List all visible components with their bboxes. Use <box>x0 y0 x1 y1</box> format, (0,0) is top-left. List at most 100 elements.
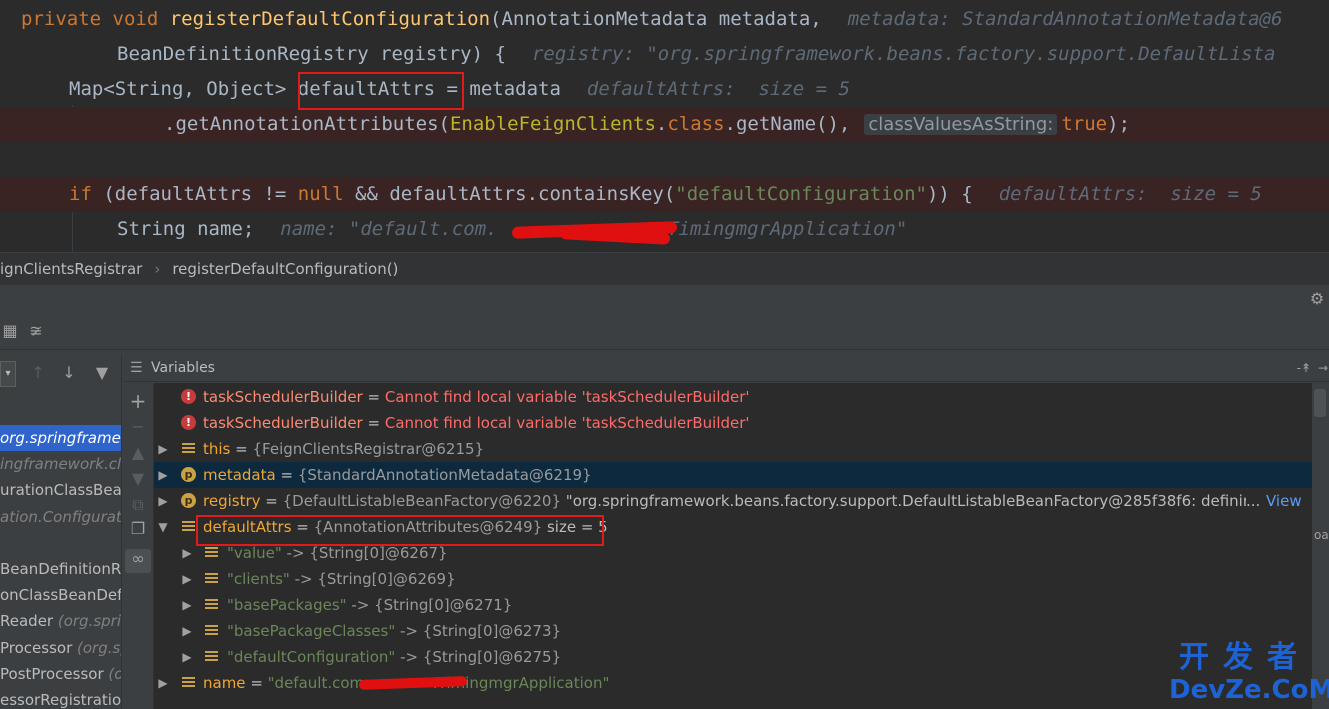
variable-name: this <box>203 440 231 458</box>
class-name: EnableFeignClients <box>449 113 656 135</box>
frames-view-icon[interactable]: ▦ <box>0 321 20 341</box>
frame-label: ation.Configuratio <box>0 507 122 526</box>
map-key: "defaultConfiguration" <box>227 648 396 666</box>
inline-debug-value: name: "default.com. <box>280 218 498 240</box>
keyword: null <box>297 183 344 205</box>
variable-row-selected[interactable]: ▶ p metadata = {StandardAnnotationMetada… <box>154 462 1312 488</box>
frame-item[interactable]: urationClassBeanD <box>0 477 121 503</box>
map-entry-row[interactable]: ▶ "defaultConfiguration" -> {String[0]@6… <box>154 644 1312 670</box>
map-entry-row[interactable]: ▶ "basePackageClasses" -> {String[0]@627… <box>154 618 1312 644</box>
variable-row[interactable]: ! taskSchedulerBuilder = Cannot find loc… <box>154 384 1312 410</box>
view-link[interactable]: View <box>1266 488 1312 514</box>
code-text: ); <box>1107 113 1131 135</box>
variable-name: taskSchedulerBuilder <box>203 414 363 432</box>
field-icon <box>204 571 219 586</box>
expand-arrow-icon[interactable]: ▶ <box>181 618 193 644</box>
frame-item[interactable]: Reader (org.sprin <box>0 608 121 634</box>
code-text: Map<String, Object> <box>69 78 298 100</box>
frame-item[interactable]: Processor (org.sp <box>0 635 121 661</box>
truncated-text: oa <box>1314 528 1329 542</box>
breadcrumb-method[interactable]: registerDefaultConfiguration() <box>172 260 398 278</box>
method-name: registerDefaultConfiguration <box>169 8 491 30</box>
expand-arrow-icon[interactable]: ▶ <box>181 644 193 670</box>
collapse-arrow-icon[interactable]: ▼ <box>157 514 169 540</box>
map-entry-row[interactable]: ▶ "basePackages" -> {String[0]@6271} <box>154 592 1312 618</box>
error-icon: ! <box>181 389 196 404</box>
variable-row[interactable]: ▶ name = "default.com. .TimingmgrApplicat… <box>154 670 1312 696</box>
filter-icon[interactable]: ▼ <box>92 363 112 383</box>
minus-icon[interactable]: − <box>128 417 148 437</box>
threads-view-icon[interactable]: ≆ <box>26 321 46 341</box>
variable-error: Cannot find local variable 'taskSchedule… <box>384 414 750 432</box>
gear-icon[interactable]: ⚙ <box>1307 289 1327 309</box>
variable-row[interactable]: ▶ p registry = {DefaultListableBeanFacto… <box>154 488 1312 514</box>
parameter-icon: p <box>181 467 196 482</box>
variable-error: Cannot find local variable 'taskSchedule… <box>384 388 750 406</box>
arrow-separator: -> <box>395 648 423 666</box>
arrow-separator: -> <box>281 544 310 562</box>
variable-defaultattrs[interactable]: defaultAttrs <box>298 78 435 100</box>
field-icon <box>181 441 196 456</box>
code-text: BeanDefinitionRegistry registry) { <box>117 43 506 65</box>
keyword: class <box>667 113 725 135</box>
arrow-separator: -> <box>346 596 375 614</box>
expand-arrow-icon[interactable]: ▶ <box>157 436 169 462</box>
expand-arrow-icon[interactable]: ▶ <box>181 540 193 566</box>
variables-header: ☰ Variables -↟ → <box>123 355 1329 382</box>
code-editor[interactable]: private void registerDefaultConfiguratio… <box>0 0 1329 252</box>
breadcrumb-class[interactable]: ignClientsRegistrar <box>0 260 142 278</box>
variable-name: metadata <box>203 466 276 484</box>
expand-arrow-icon[interactable]: ▶ <box>181 566 193 592</box>
frame-item[interactable]: PostProcessor (o <box>0 661 121 687</box>
variable-name: taskSchedulerBuilder <box>203 388 363 406</box>
expand-arrow-icon[interactable]: ▶ <box>157 488 169 514</box>
code-text: .getName(), <box>724 113 851 135</box>
frame-item[interactable]: ation.Configuratio <box>0 504 122 530</box>
frame-item[interactable]: org.springframewo <box>0 425 121 451</box>
frame-label: BeanDefinitionRe <box>0 560 122 578</box>
list-icon: ☰ <box>130 360 143 376</box>
map-key: "basePackages" <box>227 596 347 614</box>
code-text: )) { <box>926 183 973 205</box>
equals-sign: = <box>230 440 253 458</box>
map-entry-row[interactable]: ▶ "value" -> {String[0]@6267} <box>154 540 1312 566</box>
duplicate-icon[interactable]: ⧉ <box>128 495 148 515</box>
hide-arrow-icon[interactable]: → <box>1318 355 1328 381</box>
frame-item[interactable]: onClassBeanDefin <box>0 582 122 608</box>
field-icon <box>204 597 219 612</box>
code-line-2: BeanDefinitionRegistry registry) {regist… <box>0 37 1329 72</box>
equals-sign: = <box>260 492 283 510</box>
map-value: {String[0]@6269} <box>317 570 456 588</box>
variable-row[interactable]: ▶ this = {FeignClientsRegistrar@6215} <box>154 436 1312 462</box>
map-key: "basePackageClasses" <box>227 622 396 640</box>
keyword: private void <box>21 8 170 30</box>
frame-item[interactable]: ingframework.clo <box>0 451 121 477</box>
copy-icon[interactable]: ❐ <box>128 519 148 539</box>
debug-toolbar: ⚙ ▦ ≆ <box>0 285 1329 350</box>
code-text: (defaultAttrs != <box>91 183 298 205</box>
expand-arrow-icon[interactable]: ▶ <box>157 670 169 696</box>
error-icon: ! <box>181 415 196 430</box>
code-text: .getAnnotationAttributes( <box>164 113 450 135</box>
frame-label: PostProcessor <box>0 664 109 683</box>
glasses-icon[interactable]: ∞ <box>125 549 151 573</box>
field-icon <box>204 649 219 664</box>
arrow-down-icon[interactable]: ↓ <box>59 363 79 383</box>
variable-row[interactable]: ▼ defaultAttrs = {AnnotationAttributes@6… <box>154 514 1312 540</box>
ellipsis: ... <box>1246 488 1266 514</box>
keyword: true <box>1061 113 1108 135</box>
frame-label: onClassBeanDefin <box>0 586 122 605</box>
thread-dropdown[interactable]: ▾ <box>0 361 16 387</box>
frame-item[interactable]: BeanDefinitionRe <box>0 556 122 582</box>
variable-row[interactable]: ! taskSchedulerBuilder = Cannot find loc… <box>154 410 1312 436</box>
scrollbar-thumb[interactable] <box>1314 389 1326 417</box>
arrow-up-icon[interactable]: ▲ <box>128 443 148 463</box>
frame-item[interactable]: essorRegistration <box>0 687 121 709</box>
expand-arrow-icon[interactable]: ▶ <box>157 462 169 488</box>
plus-icon[interactable]: + <box>128 391 148 411</box>
restore-layout-icon[interactable]: -↟ <box>1297 355 1311 381</box>
map-entry-row[interactable]: ▶ "clients" -> {String[0]@6269} <box>154 566 1312 592</box>
arrow-down-icon[interactable]: ▼ <box>128 469 148 489</box>
arrow-up-icon[interactable]: ↑ <box>28 363 48 383</box>
expand-arrow-icon[interactable]: ▶ <box>181 592 193 618</box>
